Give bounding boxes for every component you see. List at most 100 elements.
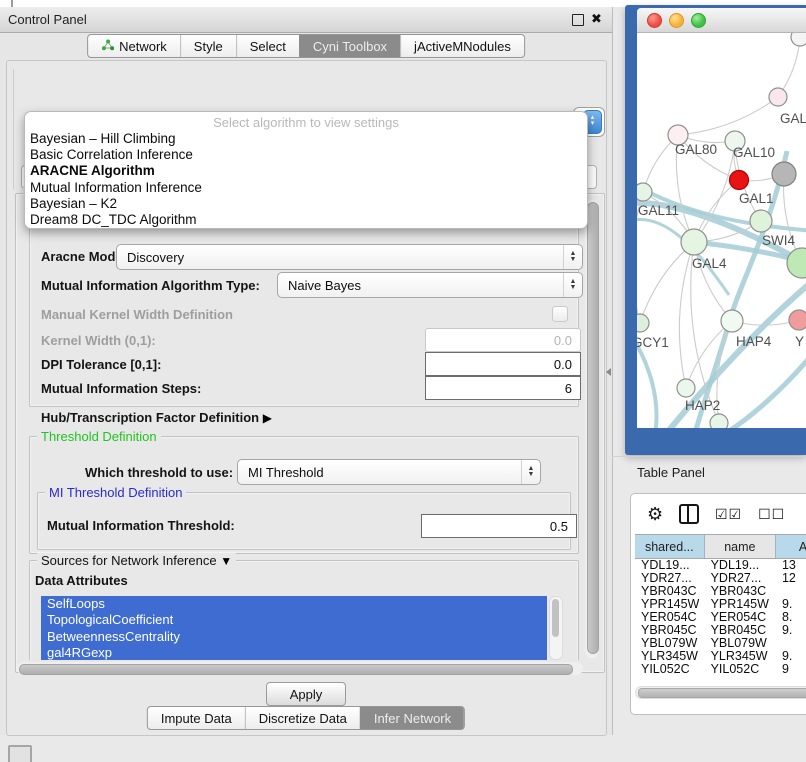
tab-label: Select xyxy=(250,39,286,54)
table-cell: YIL052C xyxy=(635,662,705,676)
dpi-tolerance-field[interactable]: 0.0 xyxy=(425,352,581,376)
node-salmon[interactable] xyxy=(789,310,806,330)
table-row[interactable]: YER054CYER054C8. xyxy=(635,611,806,624)
algorithm-dropdown-prompt: Select algorithm to view settings xyxy=(25,115,587,130)
column-header[interactable]: A xyxy=(776,535,806,558)
tab-label: Cyni Toolbox xyxy=(313,39,387,54)
mi-threshold-field[interactable]: 0.5 xyxy=(421,514,577,538)
attribute-item[interactable]: SelfLoops xyxy=(41,596,547,612)
dpi-tolerance-value: 0.0 xyxy=(554,357,572,372)
table-cell: YLR345W xyxy=(635,649,705,663)
tab-network[interactable]: Network xyxy=(88,35,180,57)
algorithm-option[interactable]: Bayesian – K2 xyxy=(25,196,587,212)
mi-steps-field[interactable]: 6 xyxy=(425,376,581,400)
table-cell: YER054C xyxy=(705,610,776,624)
mi-type-combobox[interactable]: Naive Bayes ▲▼ xyxy=(277,272,583,298)
network-view-window[interactable]: GALGAL80GAL10GAL1GAL11SWI4GAL4GCY1HAP4YH… xyxy=(625,5,806,455)
float-window-icon[interactable] xyxy=(572,14,584,26)
apply-button[interactable]: Apply xyxy=(266,682,346,706)
table-cell: YER054C xyxy=(635,610,705,624)
close-icon[interactable]: ✖ xyxy=(591,11,602,27)
zoom-traffic-light-icon[interactable] xyxy=(691,13,706,28)
attribute-item[interactable]: BetweennessCentrality xyxy=(41,629,547,645)
table-cell: YBL079W xyxy=(705,636,776,650)
hidden-group-border xyxy=(13,69,14,189)
table-row[interactable]: YIL052CYIL052C9 xyxy=(635,662,806,675)
select-all-icon[interactable]: ☑☑ xyxy=(715,506,742,523)
node-gcy1[interactable] xyxy=(637,314,649,332)
column-header[interactable]: shared... xyxy=(635,535,705,558)
sources-title-text: Sources for Network Inference xyxy=(41,553,217,568)
table-row[interactable]: YBR045CYBR045C9. xyxy=(635,623,806,636)
threshold-definition-title: Threshold Definition xyxy=(37,429,161,444)
column-header[interactable]: name xyxy=(705,535,776,558)
hub-definition-label: Hub/Transcription Factor Definition xyxy=(41,410,259,425)
algorithm-dropdown-popup: Select algorithm to view settings Bayesi… xyxy=(24,111,588,229)
bottom-tab-discretize-data[interactable]: Discretize Data xyxy=(245,707,360,729)
node-label-gal80: GAL80 xyxy=(675,142,717,157)
mi-threshold-value: 0.5 xyxy=(550,519,568,534)
tab-cyni-toolbox[interactable]: Cyni Toolbox xyxy=(299,35,400,57)
algorithm-option[interactable]: Dream8 DC_TDC Algorithm xyxy=(25,212,587,228)
settings-vertical-scrollbar[interactable] xyxy=(585,200,599,658)
table-cell: 9. xyxy=(776,597,806,611)
data-attributes-list: SelfLoopsTopologicalCoefficientBetweenne… xyxy=(41,596,547,660)
minimize-traffic-light-icon[interactable] xyxy=(669,13,684,28)
kernel-width-field[interactable]: 0.0 xyxy=(425,328,581,352)
algorithm-option[interactable]: Bayesian – Hill Climbing xyxy=(25,131,587,147)
docked-panel-icon[interactable] xyxy=(8,745,32,762)
table-row[interactable]: YBR043CYBR043C xyxy=(635,585,806,598)
table-row[interactable]: YLR345WYLR345W9. xyxy=(635,649,806,662)
node-gal4[interactable] xyxy=(681,229,707,255)
manual-kernel-checkbox[interactable] xyxy=(552,306,568,322)
node-gal11[interactable] xyxy=(637,183,652,201)
close-traffic-light-icon[interactable] xyxy=(647,13,662,28)
table-row[interactable]: YDR27...YDR27...12 xyxy=(635,572,806,585)
table-horizontal-scrollbar[interactable] xyxy=(635,686,806,699)
network-tab-icon xyxy=(101,39,114,54)
attribute-item[interactable]: gal4RGexp xyxy=(41,645,547,660)
algorithm-option[interactable]: ARACNE Algorithm xyxy=(25,163,587,179)
settings-horizontal-scrollbar[interactable] xyxy=(17,662,583,675)
which-threshold-combobox[interactable]: MI Threshold ▲▼ xyxy=(237,459,541,485)
tab-jactivemnodules[interactable]: jActiveMNodules xyxy=(400,35,524,57)
hub-definition-toggle[interactable]: Hub/Transcription Factor Definition ▶ xyxy=(41,410,272,425)
bottom-tab-impute-data[interactable]: Impute Data xyxy=(148,707,245,729)
table-cell: YDR27... xyxy=(705,571,776,585)
aracne-mode-value: Discovery xyxy=(127,250,184,265)
table-cell: 9. xyxy=(776,649,806,663)
node-table[interactable]: shared...nameAYDL19...YDL19...13YDR27...… xyxy=(635,534,806,682)
manual-kernel-label: Manual Kernel Width Definition xyxy=(41,307,233,322)
bottom-tab-infer-network[interactable]: Infer Network xyxy=(360,707,464,729)
aracne-mode-combobox[interactable]: Discovery ▲▼ xyxy=(116,244,583,270)
deselect-all-icon[interactable]: ☐☐ xyxy=(758,506,785,523)
node-hap4[interactable] xyxy=(721,310,743,332)
node-hap2[interactable] xyxy=(677,379,695,397)
tab-select[interactable]: Select xyxy=(236,35,299,57)
cyni-toolbox-panel: galFiltered.sif default node Select algo… xyxy=(6,60,607,736)
table-row[interactable]: YPR145WYPR145W9. xyxy=(635,598,806,611)
node-red[interactable] xyxy=(730,171,749,190)
node-pink1[interactable] xyxy=(769,88,787,106)
attributes-scrollbar[interactable] xyxy=(549,596,563,660)
node-bottom[interactable] xyxy=(710,414,728,428)
which-threshold-value: MI Threshold xyxy=(248,465,324,480)
gear-icon[interactable]: ⚙ xyxy=(647,505,663,523)
attribute-item[interactable]: TopologicalCoefficient xyxy=(41,612,547,628)
node-gal1b[interactable] xyxy=(750,210,772,232)
algorithm-option[interactable]: Basic Correlation Inference xyxy=(25,147,587,163)
screen: Control Panel ✖ NetworkStyleSelectCyni T… xyxy=(0,0,806,762)
table-row[interactable]: YDL19...YDL19...13 xyxy=(635,559,806,572)
algorithm-option[interactable]: Mutual Information Inference xyxy=(25,180,587,196)
node-topwhite[interactable] xyxy=(791,33,806,46)
network-canvas[interactable]: GALGAL80GAL10GAL1GAL11SWI4GAL4GCY1HAP4YH… xyxy=(637,33,806,428)
table-cell: YBL079W xyxy=(635,636,705,650)
table-row[interactable]: YBL079WYBL079W xyxy=(635,636,806,649)
sources-group-title[interactable]: Sources for Network Inference ▼ xyxy=(37,553,236,568)
table-cell: YBR045C xyxy=(705,623,776,637)
split-pane-collapse-icon[interactable] xyxy=(606,368,611,376)
split-columns-icon[interactable] xyxy=(679,504,699,524)
table-cell: YBR043C xyxy=(635,584,705,598)
node-gray[interactable] xyxy=(772,162,796,186)
tab-style[interactable]: Style xyxy=(180,35,236,57)
